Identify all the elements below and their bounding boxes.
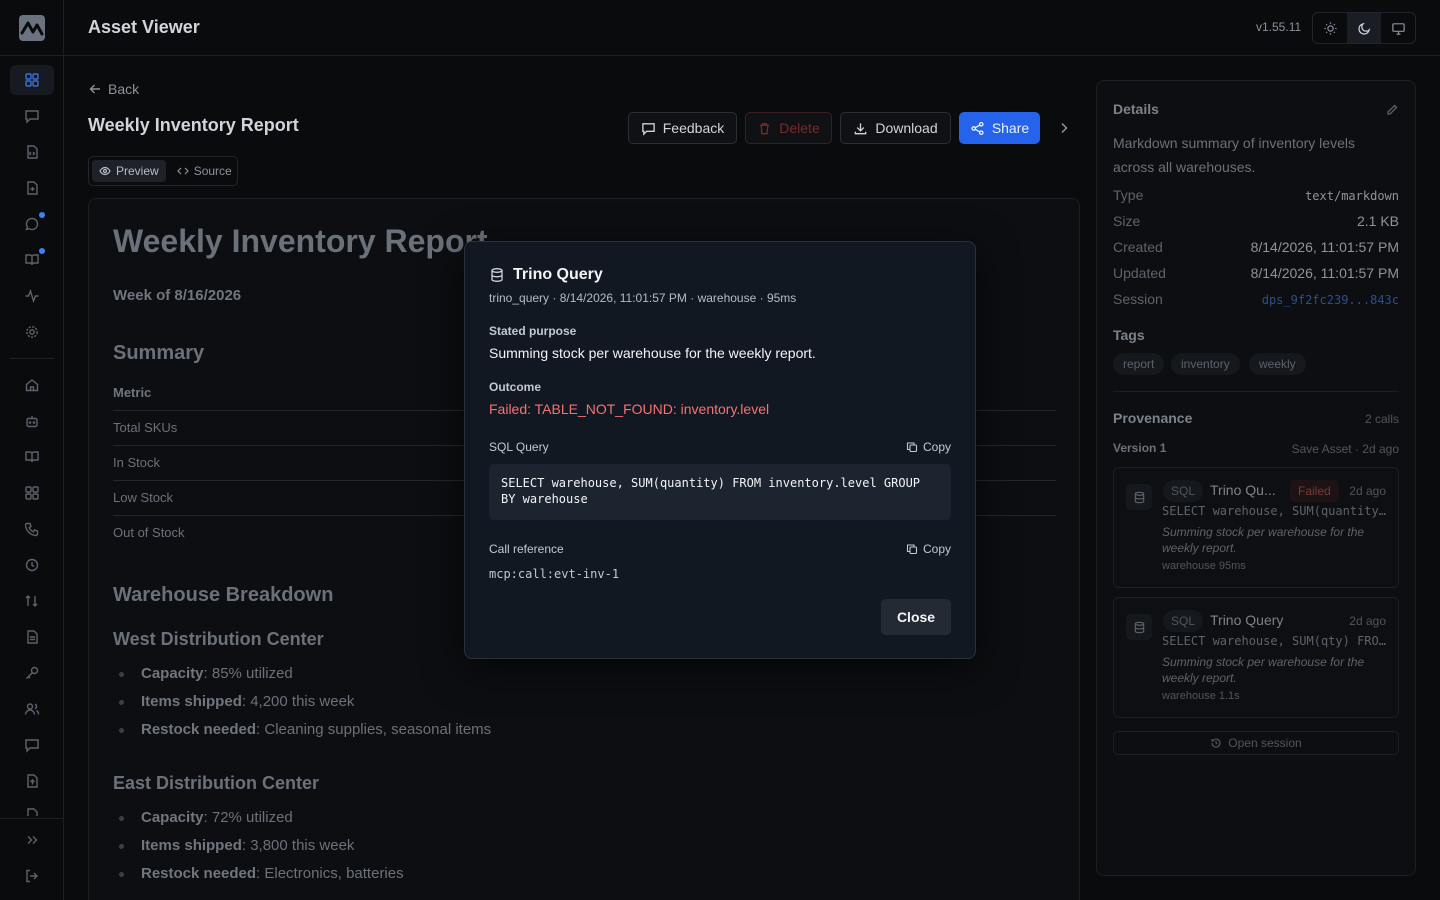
copy-icon <box>906 544 918 555</box>
copy-ref-button[interactable]: Copy <box>906 542 951 556</box>
outcome-label: Outcome <box>489 380 542 394</box>
sql-code-block: SELECT warehouse, SUM(quantity) FROM inv… <box>489 464 951 520</box>
dialog-meta: trino_query · 8/14/2026, 11:01:57 PM · w… <box>489 291 797 305</box>
copy-icon <box>906 442 918 453</box>
purpose-text: Summing stock per warehouse for the week… <box>489 345 816 361</box>
outcome-text: Failed: TABLE_NOT_FOUND: inventory.level <box>489 401 770 417</box>
copy-sql-button[interactable]: Copy <box>906 440 951 454</box>
database-icon <box>489 267 505 283</box>
call-detail-dialog: Trino Query trino_query · 8/14/2026, 11:… <box>464 241 976 659</box>
call-reference: mcp:call:evt-inv-1 <box>489 567 620 581</box>
close-button[interactable]: Close <box>881 599 951 635</box>
sql-label: SQL Query <box>489 440 549 454</box>
purpose-label: Stated purpose <box>489 324 577 338</box>
dialog-title: Trino Query <box>513 266 603 283</box>
ref-label: Call reference <box>489 542 564 556</box>
